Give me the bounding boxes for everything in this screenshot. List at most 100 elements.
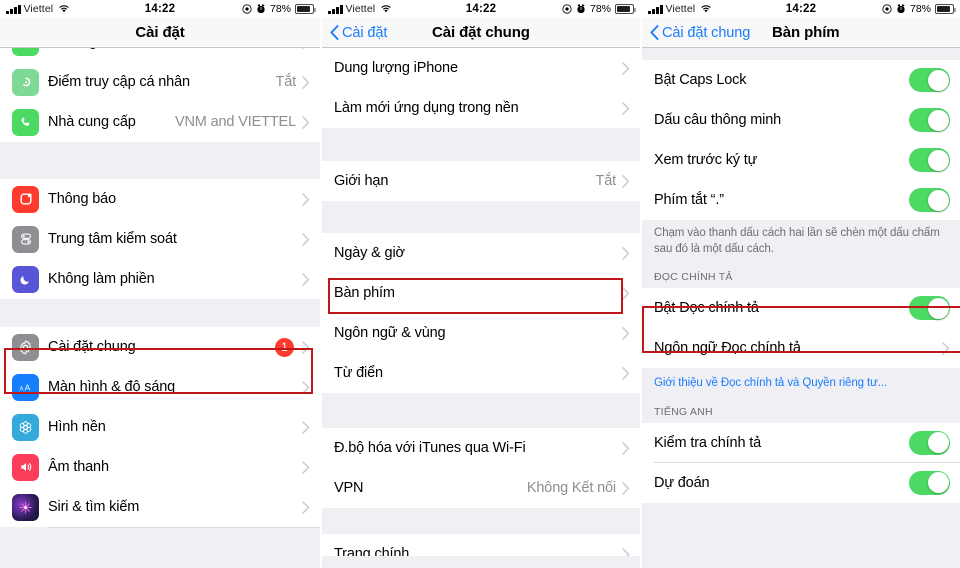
list-item-partial-bottom[interactable]: Trang chính — [322, 534, 640, 556]
chevron-right-icon — [622, 366, 630, 380]
page-title-settings: Cài đặt — [135, 24, 185, 41]
chevron-right-icon — [302, 115, 310, 129]
sidebar-item-siri-search[interactable]: Siri & tìm kiếm — [0, 487, 320, 527]
status-badge: 1 — [275, 337, 294, 357]
list-item-dictation-languages[interactable]: Ngôn ngữ Đọc chính tả — [642, 328, 960, 369]
general-group-restrictions: Giới hạn Tắt — [322, 161, 640, 201]
list-item-label: Ngôn ngữ Đọc chính tả — [654, 340, 801, 357]
settings-group-notifications: Thông báo Trung tâm kiểm soát Không làm … — [0, 179, 320, 299]
hotspot-icon — [12, 68, 39, 96]
notifications-icon — [12, 185, 39, 213]
toggle-caps-lock[interactable] — [909, 68, 950, 92]
settings-group-general: Cài đặt chung 1 AA Màn hình & độ sáng Hì… — [0, 327, 320, 527]
list-item-vpn[interactable]: VPN Không Kết nối — [322, 468, 640, 508]
back-button-label: Cài đặt — [342, 24, 388, 41]
list-item-label: Di động — [48, 48, 276, 50]
list-item-partial-cellular[interactable]: Di động Tắt — [0, 48, 320, 62]
list-item-background-refresh[interactable]: Làm mới ứng dụng trong nền — [322, 88, 640, 128]
settings-group-connectivity: Điểm truy cập cá nhân Tắt Nhà cung cấp V… — [0, 62, 320, 142]
list-item-value: Tắt — [276, 48, 297, 50]
list-item-label: Kiểm tra chính tả — [654, 434, 762, 451]
sidebar-item-control-center[interactable]: Trung tâm kiểm soát — [0, 219, 320, 259]
battery-icon — [615, 4, 636, 14]
sidebar-item-wallpaper[interactable]: Hình nền — [0, 407, 320, 447]
svg-text:A: A — [20, 386, 24, 392]
nav-bar-panel3: Cài đặt chung Bàn phím — [642, 18, 960, 48]
toggle-smart-punctuation[interactable] — [909, 108, 950, 132]
panel-settings-root: Viettel 14:22 78% Cài đặt Di động Tắt — [0, 0, 320, 568]
list-item-check-spelling[interactable]: Kiểm tra chính tả — [642, 422, 960, 463]
siri-icon — [12, 493, 39, 521]
status-bar-right: 78% — [242, 3, 316, 15]
keyboard-group-dictation: Bật Đọc chính tả Ngôn ngữ Đọc chính tả — [642, 288, 960, 369]
battery-percent-label: 78% — [589, 3, 611, 15]
list-item-label: Hình nền — [48, 419, 106, 435]
list-item-iphone-storage[interactable]: Dung lượng iPhone — [322, 48, 640, 88]
footer-period-shortcut: Chạm vào thanh dấu cách hai lần sẽ chèn … — [642, 220, 960, 268]
list-item-caps-lock[interactable]: Bật Caps Lock — [642, 60, 960, 100]
chevron-right-icon — [942, 341, 950, 355]
list-item-label: Dự đoán — [654, 474, 710, 491]
toggle-enable-dictation[interactable] — [909, 296, 950, 321]
group-separator — [322, 508, 640, 534]
list-item-value: Không Kết nối — [526, 480, 616, 496]
alarm-clock-icon — [577, 4, 585, 14]
back-button-general[interactable]: Cài đặt chung — [650, 25, 750, 41]
list-item-language-region[interactable]: Ngôn ngữ & vùng — [322, 313, 640, 353]
list-item-label: Dấu câu thông minh — [654, 112, 782, 128]
list-item-dictionary[interactable]: Từ điển — [322, 353, 640, 393]
phone-icon — [12, 108, 39, 136]
list-item-label: Từ điển — [334, 365, 383, 381]
list-item-enable-dictation[interactable]: Bật Đọc chính tả — [642, 288, 960, 329]
list-item-smart-punctuation[interactable]: Dấu câu thông minh — [642, 100, 960, 140]
list-item-predictive[interactable]: Dự đoán — [642, 462, 960, 503]
chevron-right-icon — [302, 232, 310, 246]
chevron-right-icon — [622, 547, 630, 556]
chevron-right-icon — [302, 340, 310, 354]
list-item-label: Không làm phiền — [48, 271, 155, 287]
sidebar-item-hotspot[interactable]: Điểm truy cập cá nhân Tắt — [0, 62, 320, 102]
list-item-period-shortcut[interactable]: Phím tắt “.” — [642, 180, 960, 220]
list-item-label: Làm mới ứng dụng trong nền — [334, 100, 519, 116]
list-item-date-time[interactable]: Ngày & giờ — [322, 233, 640, 273]
keyboard-group-english: Kiểm tra chính tả Dự đoán — [642, 422, 960, 503]
toggle-check-spelling[interactable] — [909, 430, 950, 455]
battery-icon — [935, 4, 956, 14]
footer-dictation-privacy-link[interactable]: Giới thiệu về Đọc chính tả và Quyền riên… — [642, 368, 960, 402]
alarm-clock-icon — [257, 4, 265, 14]
list-item-restrictions[interactable]: Giới hạn Tắt — [322, 161, 640, 201]
chevron-right-icon — [302, 420, 310, 434]
toggle-character-preview[interactable] — [909, 148, 950, 172]
nav-bar-panel2: Cài đặt Cài đặt chung — [322, 18, 640, 48]
panel-general-settings: Viettel 14:22 78% Cài đặt Cài đặt chung — [320, 0, 640, 568]
toggle-period-shortcut[interactable] — [909, 188, 950, 212]
page-title-general: Cài đặt chung — [432, 24, 530, 41]
chevron-right-icon — [302, 380, 310, 394]
list-item-keyboard[interactable]: Bàn phím — [322, 273, 640, 313]
chevron-right-icon — [622, 246, 630, 260]
group-separator — [322, 128, 640, 161]
list-item-itunes-wifi-sync[interactable]: Đ.bộ hóa với iTunes qua Wi-Fi — [322, 428, 640, 468]
sidebar-item-general[interactable]: Cài đặt chung 1 — [0, 327, 320, 367]
battery-percent-label: 78% — [269, 3, 291, 15]
chevron-right-icon — [622, 174, 630, 188]
sidebar-item-carrier[interactable]: Nhà cung cấp VNM and VIETTEL — [0, 102, 320, 142]
moon-icon — [12, 265, 39, 293]
section-header-dictation: ĐỌC CHÍNH TẢ — [642, 267, 960, 289]
sidebar-item-display-brightness[interactable]: AA Màn hình & độ sáng — [0, 367, 320, 407]
toggle-predictive[interactable] — [909, 470, 950, 495]
list-item-character-preview[interactable]: Xem trước ký tự — [642, 140, 960, 180]
chevron-right-icon — [302, 272, 310, 286]
section-header-english: TIẾNG ANH — [642, 401, 960, 423]
chevron-right-icon — [302, 75, 310, 89]
list-item-label: Phím tắt “.” — [654, 192, 724, 208]
chevron-right-icon — [622, 101, 630, 115]
sidebar-item-notifications[interactable]: Thông báo — [0, 179, 320, 219]
sidebar-item-sounds[interactable]: Âm thanh — [0, 447, 320, 487]
general-group-localization: Ngày & giờ Bàn phím Ngôn ngữ & vùng Từ đ… — [322, 233, 640, 393]
back-button-settings[interactable]: Cài đặt — [330, 25, 387, 41]
sidebar-item-do-not-disturb[interactable]: Không làm phiền — [0, 259, 320, 299]
page-title-keyboard: Bàn phím — [772, 24, 840, 41]
status-bar-right: 78% — [882, 3, 956, 15]
list-item-label: Nhà cung cấp — [48, 114, 136, 130]
